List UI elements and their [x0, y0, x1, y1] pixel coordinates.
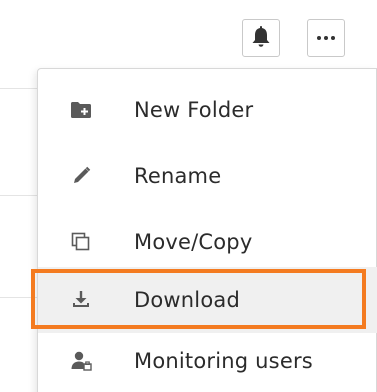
- menu-item-label: Monitoring users: [134, 349, 313, 373]
- notifications-button[interactable]: [242, 19, 280, 57]
- background-divider: [0, 195, 40, 196]
- menu-item-move-copy[interactable]: Move/Copy: [38, 209, 377, 275]
- menu-item-monitoring-users[interactable]: Monitoring users: [38, 328, 377, 392]
- download-icon: [69, 288, 93, 312]
- background-divider: [0, 88, 40, 89]
- copy-icon: [69, 230, 93, 254]
- pencil-icon: [69, 164, 93, 188]
- menu-item-label: New Folder: [134, 98, 254, 122]
- page: New Folder Rename Move/Copy Download Mon…: [0, 0, 377, 392]
- menu-item-download[interactable]: Download: [38, 267, 377, 333]
- menu-item-label: Download: [134, 288, 240, 312]
- background-divider: [0, 297, 40, 298]
- menu-item-new-folder[interactable]: New Folder: [38, 77, 377, 143]
- more-horizontal-icon: [317, 36, 335, 40]
- context-menu: New Folder Rename Move/Copy Download Mon…: [37, 68, 377, 392]
- monitoring-users-icon: [69, 349, 93, 373]
- more-options-button[interactable]: [307, 19, 345, 57]
- menu-item-rename[interactable]: Rename: [38, 143, 377, 209]
- bell-icon: [250, 24, 272, 52]
- new-folder-icon: [69, 98, 93, 122]
- menu-item-label: Move/Copy: [134, 230, 253, 254]
- menu-item-label: Rename: [134, 164, 222, 188]
